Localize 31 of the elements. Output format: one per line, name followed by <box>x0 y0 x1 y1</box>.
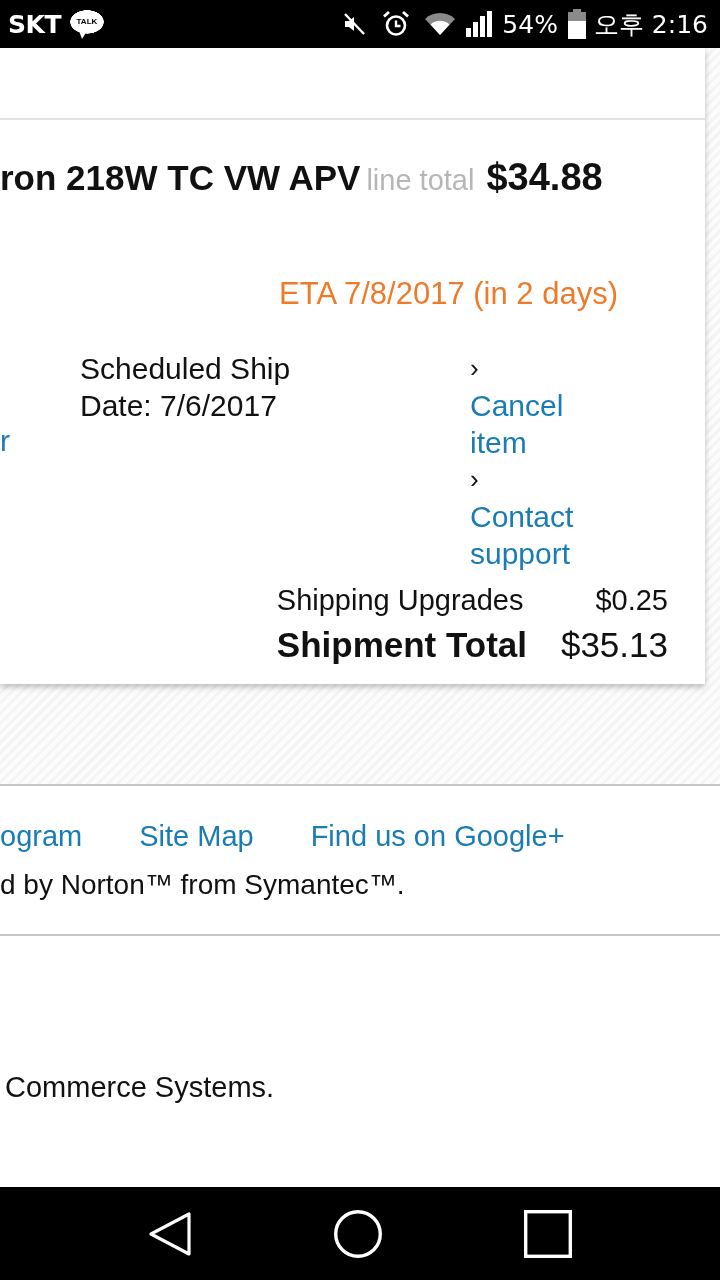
footer-link[interactable]: Find us on Google+ <box>310 817 565 855</box>
line-total-price: $34.88 <box>486 155 603 200</box>
back-icon[interactable] <box>148 1211 192 1256</box>
action-link[interactable]: Cancel item <box>470 387 595 461</box>
carrier-name: SKT <box>8 9 61 39</box>
chevron-icon: › <box>470 461 479 498</box>
recents-icon[interactable] <box>524 1209 572 1258</box>
battery-percent: 54% <box>502 9 558 39</box>
line-total-label: line total <box>366 163 475 198</box>
chevron-icon: › <box>470 350 479 387</box>
summary-label: Shipping Upgrades <box>276 583 525 618</box>
total-amount: $35.13 <box>559 624 668 666</box>
footer-link[interactable]: Site Map <box>139 817 254 855</box>
alarm-clock-icon <box>382 10 411 38</box>
wifi-icon <box>424 12 457 36</box>
home-icon[interactable] <box>334 1209 382 1258</box>
ship-date-text: Scheduled Ship Date: 7/6/2017 <box>80 351 292 424</box>
signal-bars-icon <box>466 11 493 37</box>
eta-text: ETA 7/8/2017 (in 2 days) <box>278 276 619 312</box>
battery-icon <box>567 9 586 39</box>
security-note: d by Norton™ from Symantec™. <box>0 868 406 902</box>
link[interactable]: r <box>0 422 80 459</box>
summary-amount: $0.25 <box>594 583 668 618</box>
footer-link[interactable]: ogram <box>0 817 83 855</box>
mute-icon <box>342 12 367 36</box>
product-name: ron 218W TC VW APV <box>0 157 361 199</box>
total-label: Shipment Total <box>276 624 527 666</box>
chat-badge: TALK <box>69 9 104 39</box>
action-link[interactable]: Contact support <box>470 498 595 572</box>
copyright-text: Commerce Systems. <box>4 1070 276 1105</box>
clock-time: 오후 2:16 <box>593 8 708 41</box>
